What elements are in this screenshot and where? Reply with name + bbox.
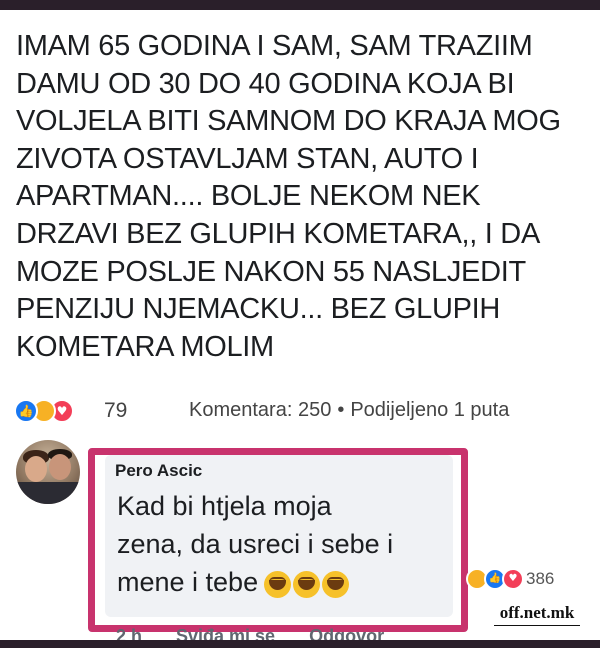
post-text: IMAM 65 GODINA I SAM, SAM TRAZIIM DAMU O… xyxy=(16,30,561,363)
avatar-face xyxy=(25,456,47,482)
like-icon: 👍 xyxy=(14,399,38,423)
comment-reaction-count: 386 xyxy=(526,569,555,588)
avatar[interactable] xyxy=(16,440,80,504)
comment-author[interactable]: Pero Ascic xyxy=(115,461,202,481)
reaction-count[interactable]: 79 xyxy=(104,399,127,423)
laughing-emoji-icon xyxy=(293,570,321,598)
separator: • xyxy=(337,399,345,421)
emoji-row xyxy=(264,565,351,603)
laughing-emoji-icon xyxy=(264,570,292,598)
watermark: off.net.mk xyxy=(494,601,580,626)
laughing-emoji-icon xyxy=(322,570,350,598)
comments-shares: Komentara: 250 • Podijeljeno 1 puta xyxy=(189,399,509,422)
post-reactions[interactable]: 👍 ♥ xyxy=(14,399,88,425)
highlighted-comment-box: Pero Ascic Kad bi htjela moja zena, da u… xyxy=(88,448,468,632)
avatar-face xyxy=(49,454,71,480)
avatar-shirt xyxy=(16,482,80,504)
comments-count-link[interactable]: Komentara: 250 xyxy=(189,399,331,421)
comment-reactions[interactable]: 👍 ♥ 386 xyxy=(456,568,596,592)
top-frame-bar xyxy=(0,0,600,10)
comment-body: Kad bi htjela moja zena, da usreci i seb… xyxy=(117,491,394,597)
love-icon: ♥ xyxy=(502,568,524,590)
post-stats-bar: 👍 ♥ 79 Komentara: 250 • Podijeljeno 1 puta xyxy=(14,397,594,427)
bottom-frame-bar xyxy=(0,640,600,648)
shares-count-link[interactable]: Podijeljeno 1 puta xyxy=(350,399,509,421)
comment-text: Kad bi htjela moja zena, da usreci i seb… xyxy=(117,487,457,603)
